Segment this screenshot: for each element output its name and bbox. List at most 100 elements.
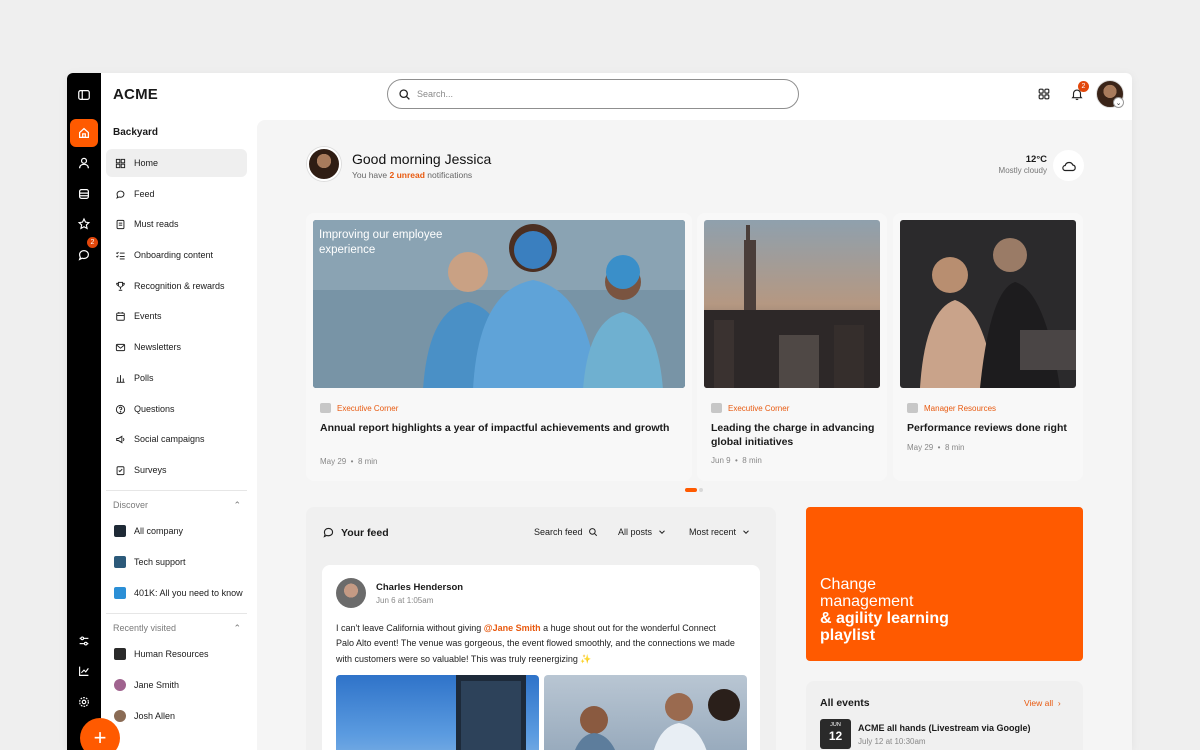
post-author[interactable]: Charles Henderson <box>376 582 463 593</box>
post-timestamp: Jun 6 at 1:05am <box>376 596 434 605</box>
archive-icon[interactable] <box>70 180 98 208</box>
carousel-dot[interactable] <box>699 488 703 492</box>
sidebar-item-questions[interactable]: Questions <box>106 395 247 423</box>
post-image[interactable] <box>336 675 539 750</box>
avatar[interactable] <box>336 578 366 608</box>
chevron-up-icon[interactable]: ⌃ <box>233 500 241 511</box>
unread-count-link[interactable]: 2 unread <box>390 170 425 180</box>
sidebar-item-social-campaigns[interactable]: Social campaigns <box>106 425 247 453</box>
article-meta: Jun 9 • 8 min <box>711 456 762 465</box>
main-content: Good morning Jessica You have 2 unread n… <box>257 120 1132 750</box>
home-grid-icon <box>114 157 126 169</box>
recent-item-josh-allen[interactable]: Josh Allen <box>106 702 247 730</box>
messages-icon[interactable]: 2 <box>70 237 98 269</box>
carousel-pagination[interactable] <box>685 488 703 492</box>
sidebar-item-feed[interactable]: Feed <box>106 180 247 208</box>
sidebar-item-label: Polls <box>134 373 154 383</box>
avatar <box>114 710 126 722</box>
sidebar-item-surveys[interactable]: Surveys <box>106 456 247 484</box>
profile-icon[interactable] <box>70 149 98 177</box>
discover-section-header[interactable]: Discover ⌃ <box>113 500 241 511</box>
article-category[interactable]: Executive Corner <box>320 403 398 413</box>
event-date: July 12 at 10:30am <box>858 737 926 746</box>
chevron-down-icon[interactable]: ⌄ <box>1113 97 1124 108</box>
article-image: Improving our employee experience <box>313 220 685 388</box>
sort-dropdown[interactable]: Most recent <box>689 527 751 537</box>
post-body: I can't leave California without giving … <box>336 623 735 664</box>
discover-item-tech-support[interactable]: Tech support <box>106 548 247 576</box>
article-category[interactable]: Manager Resources <box>907 403 996 413</box>
article-card[interactable]: Improving our employee experience Execut… <box>306 213 692 481</box>
search-feed-button[interactable]: Search feed <box>534 527 598 537</box>
discover-item-all-company[interactable]: All company <box>106 517 247 545</box>
analytics-icon[interactable] <box>70 657 98 685</box>
sidebar-item-polls[interactable]: Polls <box>106 364 247 392</box>
sliders-icon[interactable] <box>70 627 98 655</box>
sidebar-item-label: Must reads <box>134 219 179 229</box>
sidebar-item-must-reads[interactable]: Must reads <box>106 210 247 238</box>
post-filter-dropdown[interactable]: All posts <box>618 527 667 537</box>
search-icon <box>399 88 410 100</box>
carousel-dot-active[interactable] <box>685 488 697 492</box>
calendar-icon <box>114 310 126 322</box>
notifications-bell-icon[interactable]: 2 <box>1067 81 1089 104</box>
megaphone-icon <box>114 433 126 445</box>
search-input[interactable] <box>417 89 777 99</box>
community-thumbnail <box>114 648 126 660</box>
checklist-icon <box>114 249 126 261</box>
article-image <box>704 220 880 388</box>
discover-label: Discover <box>113 500 149 510</box>
search-bar[interactable] <box>387 79 799 109</box>
sidebar-item-onboarding[interactable]: Onboarding content <box>106 241 247 269</box>
feed-icon <box>323 527 334 538</box>
category-icon <box>711 403 722 413</box>
mention-link[interactable]: @Jane Smith <box>484 623 541 633</box>
recent-item-label: Josh Allen <box>134 711 176 721</box>
recent-item-human-resources[interactable]: Human Resources <box>106 640 247 668</box>
greeting-subtitle: You have 2 unread notifications <box>352 170 473 180</box>
recent-section-header[interactable]: Recently visited ⌃ <box>113 623 241 634</box>
view-all-link[interactable]: View all › <box>1024 698 1061 708</box>
apps-grid-icon[interactable] <box>1034 84 1054 104</box>
question-icon <box>114 403 126 415</box>
discover-item-label: All company <box>134 526 184 536</box>
article-title[interactable]: Annual report highlights a year of impac… <box>320 422 680 436</box>
app-logo[interactable]: ACME <box>113 86 158 103</box>
community-thumbnail <box>114 525 126 537</box>
avatar[interactable] <box>307 147 341 181</box>
sidebar-item-events[interactable]: Events <box>106 302 247 330</box>
settings-gear-icon[interactable] <box>70 688 98 716</box>
article-title[interactable]: Leading the charge in advancing global i… <box>711 422 881 449</box>
chevron-up-icon[interactable]: ⌃ <box>233 623 241 634</box>
article-card[interactable]: Executive Corner Leading the charge in a… <box>697 213 887 481</box>
sidebar-item-home[interactable]: Home <box>106 149 247 177</box>
learning-playlist-banner[interactable]: Change management & agility learning pla… <box>806 507 1083 661</box>
search-icon <box>588 528 597 537</box>
event-date-badge: JUN 12 <box>820 719 851 749</box>
chevron-down-icon <box>743 530 749 534</box>
app-window: 2 + ACME 2 ⌄ Backyard Home Feed <box>67 73 1132 750</box>
sidebar-item-label: Feed <box>134 189 155 199</box>
article-card[interactable]: Manager Resources Performance reviews do… <box>893 213 1083 481</box>
icon-rail: 2 <box>67 73 101 750</box>
event-name[interactable]: ACME all hands (Livestream via Google) <box>858 723 1031 733</box>
category-icon <box>907 403 918 413</box>
category-icon <box>320 403 331 413</box>
sidebar-item-newsletters[interactable]: Newsletters <box>106 333 247 361</box>
article-title[interactable]: Performance reviews done right <box>907 422 1077 436</box>
recent-item-jane-smith[interactable]: Jane Smith <box>106 671 247 699</box>
sidebar-item-label: Social campaigns <box>134 434 205 444</box>
discover-item-401k[interactable]: 401K: All you need to know <box>106 579 247 607</box>
sidebar-item-recognition[interactable]: Recognition & rewards <box>106 272 247 300</box>
home-icon[interactable] <box>70 119 98 147</box>
panel-toggle-icon[interactable] <box>70 81 98 109</box>
star-icon[interactable] <box>70 210 98 238</box>
weather-temperature: 12°C <box>1025 154 1047 165</box>
discover-item-label: Tech support <box>134 557 186 567</box>
feed-panel: Your feed Search feed All posts Most rec… <box>306 507 776 750</box>
sidebar-item-label: Onboarding content <box>134 250 214 260</box>
post-image[interactable] <box>544 675 747 750</box>
survey-icon <box>114 464 126 476</box>
promo-line-2: & agility learning playlist <box>820 610 949 644</box>
article-category[interactable]: Executive Corner <box>711 403 789 413</box>
